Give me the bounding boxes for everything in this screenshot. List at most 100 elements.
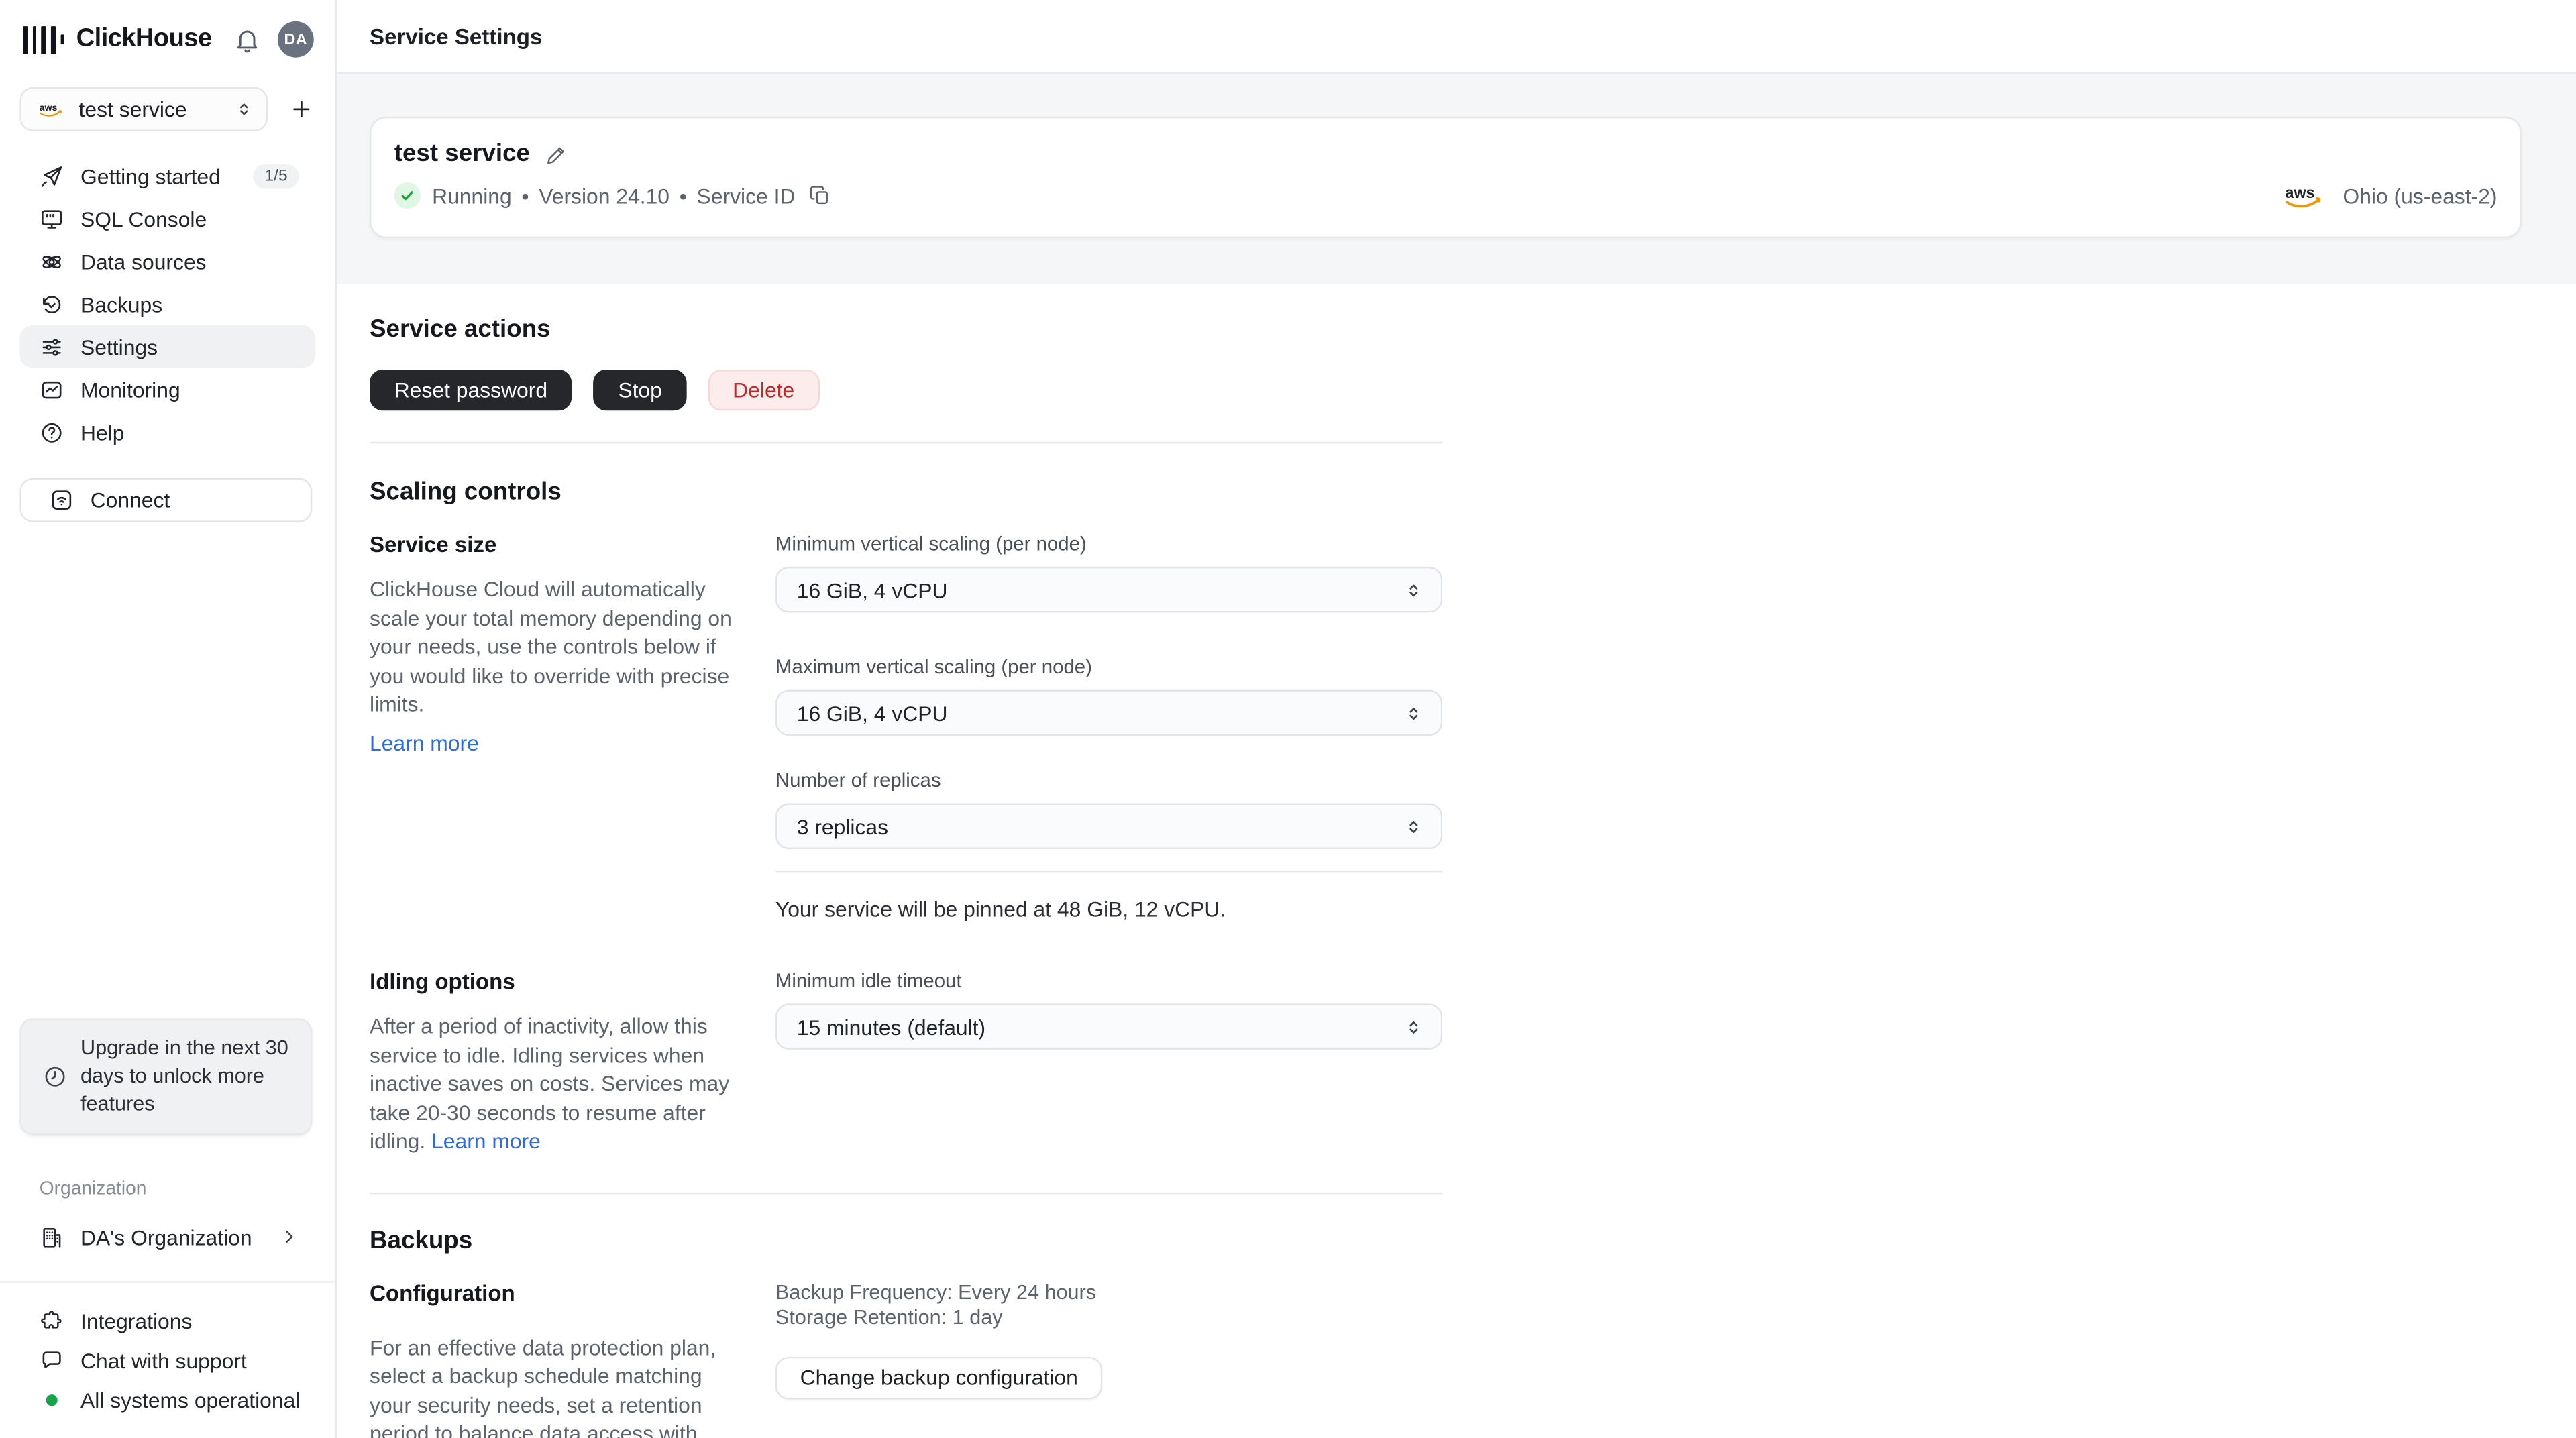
chevron-up-down-icon [1403, 579, 1424, 600]
service-card: test service Running • Version 24.10 • S… [370, 116, 2522, 239]
brand-title: ClickHouse [76, 24, 212, 53]
upgrade-notice[interactable]: Upgrade in the next 30 days to unlock mo… [19, 1018, 313, 1136]
pinned-note: Your service will be pinned at 48 GiB, 1… [775, 897, 1226, 922]
history-icon [40, 292, 64, 317]
chart-icon [40, 377, 64, 402]
connect-button[interactable]: Connect [19, 478, 313, 522]
service-selector-row: aws test service [19, 87, 315, 131]
connect-icon [49, 488, 74, 512]
check-icon [394, 182, 421, 209]
chat-bubble-icon [40, 1347, 64, 1372]
bell-icon[interactable] [233, 25, 262, 54]
topbar: Service Settings [337, 0, 2576, 74]
copy-icon[interactable] [808, 184, 831, 207]
idling-options-row: Idling options After a period of inactiv… [370, 969, 1443, 1156]
sidebar-item-help[interactable]: Help [19, 410, 315, 453]
sidebar-item-getting-started[interactable]: Getting started 1/5 [19, 154, 315, 197]
max-scaling-value: 16 GiB, 4 vCPU [796, 700, 948, 726]
svg-text:aws: aws [40, 102, 58, 113]
chevron-right-icon [279, 1227, 299, 1246]
max-scaling-select[interactable]: 16 GiB, 4 vCPU [775, 689, 1443, 736]
rocket-icon [40, 164, 64, 188]
sliders-icon [40, 334, 64, 359]
aws-icon: aws [36, 99, 66, 119]
sidebar-item-label: SQL Console [80, 206, 207, 231]
replicas-select[interactable]: 3 replicas [775, 803, 1443, 850]
min-scaling-label: Minimum vertical scaling (per node) [775, 532, 1087, 555]
help-icon [40, 420, 64, 445]
service-selector[interactable]: aws test service [19, 87, 268, 131]
puzzle-icon [40, 1309, 64, 1333]
sidebar-item-label: Settings [80, 334, 158, 360]
section-divider [370, 441, 1443, 444]
status-dot-icon [46, 1393, 58, 1406]
backup-frequency: Backup Frequency: Every 24 hours [775, 1280, 1097, 1304]
service-name: test service [394, 140, 530, 168]
sidebar-item-label: Help [80, 419, 125, 445]
min-scaling-value: 16 GiB, 4 vCPU [796, 577, 948, 602]
console-icon [40, 206, 64, 231]
service-hero: test service Running • Version 24.10 • S… [337, 74, 2576, 284]
pencil-icon[interactable] [545, 142, 568, 165]
replicas-label: Number of replicas [775, 769, 941, 792]
aws-logo-icon: aws [2282, 182, 2328, 211]
delete-button[interactable]: Delete [708, 370, 819, 411]
sidebar-header: ClickHouse DA [0, 0, 335, 58]
section-divider [370, 1191, 1443, 1194]
learn-more-link[interactable]: Learn more [431, 1128, 541, 1153]
status-text: Running [432, 183, 512, 208]
chevron-up-down-icon [235, 100, 253, 118]
sidebar-footer: Integrations Chat with support All syste… [0, 1283, 335, 1438]
orbit-icon [40, 249, 64, 274]
learn-more-link[interactable]: Learn more [370, 730, 479, 755]
backup-configuration-row: Configuration For an effective data prot… [370, 1280, 1442, 1438]
clock-icon [43, 1064, 68, 1089]
backup-config-title: Configuration [370, 1280, 515, 1305]
app-window: ClickHouse DA aws test service Getting s… [0, 0, 2576, 1438]
replicas-value: 3 replicas [796, 814, 889, 839]
organization-name: DA's Organization [80, 1224, 252, 1250]
building-icon [40, 1225, 64, 1250]
sidebar-item-chat-support[interactable]: Chat with support [19, 1340, 315, 1380]
upgrade-notice-text: Upgrade in the next 30 days to unlock mo… [80, 1036, 288, 1115]
sidebar-item-sql-console[interactable]: SQL Console [19, 197, 315, 240]
main-area: Service Settings test service Running • … [337, 0, 2576, 1438]
bullet-separator: • [521, 183, 529, 208]
reset-password-button[interactable]: Reset password [370, 370, 572, 411]
service-size-row: Service size ClickHouse Cloud will autom… [370, 532, 1443, 922]
sidebar-item-settings[interactable]: Settings [19, 325, 316, 368]
sidebar-item-backups[interactable]: Backups [19, 282, 315, 325]
service-id-label: Service ID [696, 183, 796, 208]
pinned-divider [775, 870, 1443, 873]
backup-description: For an effective data protection plan, s… [370, 1334, 716, 1438]
avatar[interactable]: DA [277, 21, 314, 58]
sidebar-item-label: Backups [80, 291, 163, 317]
backups-title: Backups [370, 1226, 473, 1254]
service-actions-title: Service actions [370, 315, 551, 343]
organization-label: Organization [39, 1179, 147, 1199]
service-selector-value: test service [78, 97, 187, 122]
sidebar: ClickHouse DA aws test service Getting s… [0, 0, 337, 1438]
footer-item-label: Chat with support [80, 1347, 247, 1373]
sidebar-item-monitoring[interactable]: Monitoring [19, 368, 315, 411]
organization-switcher[interactable]: DA's Organization [19, 1215, 315, 1258]
backup-retention: Storage Retention: 1 day [775, 1305, 1003, 1329]
service-status-row: Running • Version 24.10 • Service ID [394, 182, 2282, 209]
add-service-button plus-icon[interactable] [289, 97, 314, 121]
change-backup-config-button[interactable]: Change backup configuration [775, 1356, 1103, 1399]
connect-label: Connect [90, 488, 170, 513]
region-label: Ohio (us-east-2) [2343, 184, 2498, 209]
min-scaling-select[interactable]: 16 GiB, 4 vCPU [775, 566, 1443, 613]
footer-item-label: Integrations [80, 1308, 193, 1333]
sidebar-item-label: Data sources [80, 249, 207, 274]
provider-region: aws Ohio (us-east-2) [2282, 182, 2498, 211]
idling-options-title: Idling options [370, 969, 515, 994]
viewport: ClickHouse DA aws test service Getting s… [0, 0, 2576, 1438]
max-scaling-label: Maximum vertical scaling (per node) [775, 655, 1092, 679]
sidebar-item-integrations[interactable]: Integrations [19, 1301, 315, 1341]
stop-button[interactable]: Stop [593, 370, 687, 411]
sidebar-item-data-sources[interactable]: Data sources [19, 240, 315, 283]
idle-timeout-select[interactable]: 15 minutes (default) [775, 1003, 1443, 1050]
system-status[interactable]: All systems operational [19, 1380, 315, 1419]
page-title: Service Settings [370, 23, 543, 49]
